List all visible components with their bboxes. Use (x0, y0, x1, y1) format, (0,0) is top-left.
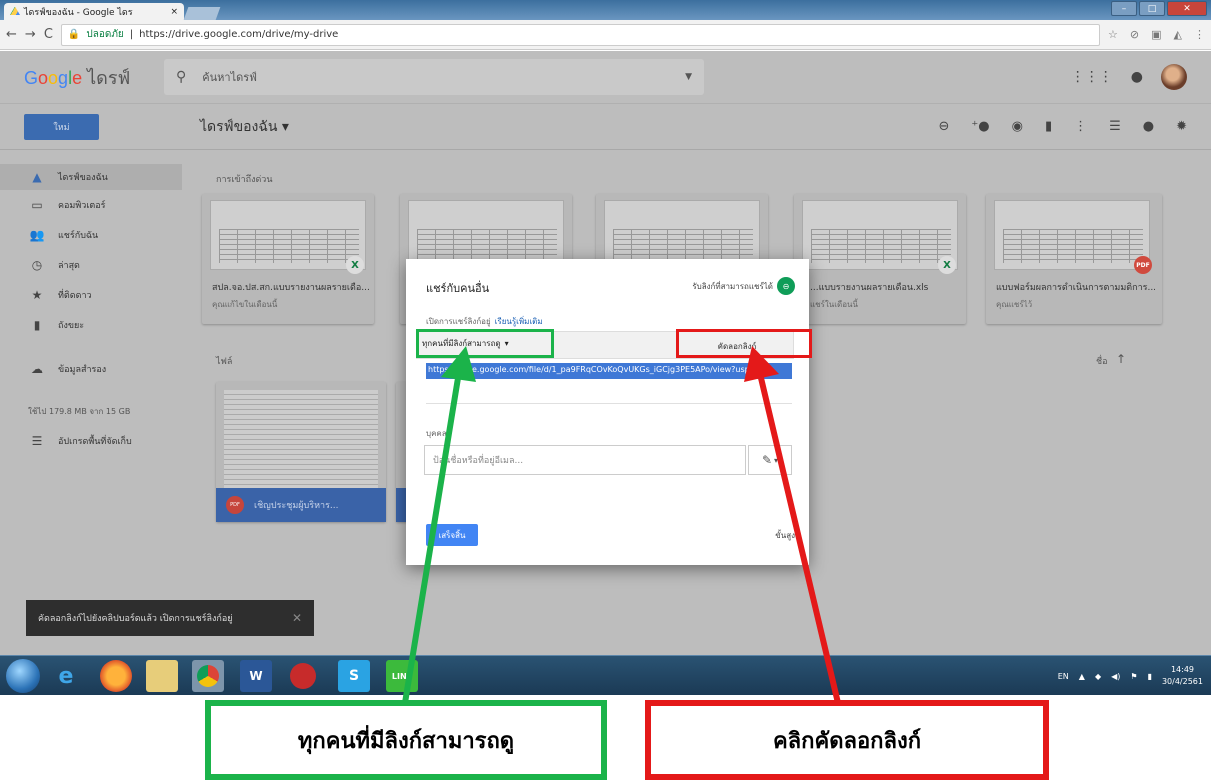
screenshot-root: ไดรฟ์ของฉัน - Google ไดร × – □ ✕ ← → C 🔒… (0, 0, 1211, 780)
annotation-arrows (402, 346, 841, 704)
red-arrow (744, 346, 841, 704)
callout-anyone-with-link: ทุกคนที่มีลิงก์สามารถดู (205, 700, 607, 780)
green-arrow (402, 346, 476, 704)
callout-click-copy-link: คลิกคัดลอกลิงก์ (645, 700, 1049, 780)
